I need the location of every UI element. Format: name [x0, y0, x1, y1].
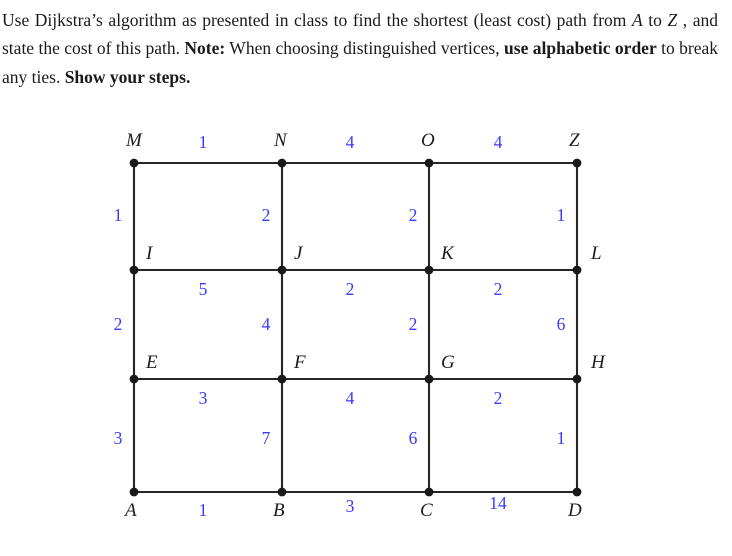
edge-weight-a-b: 1: [199, 500, 208, 520]
node-label-n: N: [273, 130, 288, 151]
edge-weight-z-l: 1: [557, 205, 566, 225]
edge-weight-o-z: 4: [494, 132, 503, 152]
graph-svg: 1 4 45 2 23 4 21 3 141 2 2 12 4 2 63 7 6 1 M N O ZI J K LE F G HA B…: [114, 130, 606, 521]
edge-weight-i-e: 2: [114, 314, 123, 334]
node-label-i: I: [145, 243, 154, 264]
problem-line-1: Use Dijkstra’s algorithm as presented in…: [2, 10, 587, 30]
node-dot-a: [129, 487, 139, 497]
edge-weight-n-j: 2: [262, 205, 271, 225]
node-dot-n: [277, 158, 287, 168]
graph-node-labels: M N O Z I J K L E F G H A B C D: [123, 130, 606, 521]
show-steps-emphasis: Show your steps.: [64, 66, 191, 87]
node-dot-i: [129, 265, 139, 275]
graph-edge-weights: 1 4 45 2 23 4 21 3 141 2 2 12 4 2 63 7 6 1: [114, 132, 566, 520]
node-label-b: B: [273, 500, 285, 521]
node-dot-e: [129, 374, 139, 384]
node-label-c: C: [420, 500, 433, 521]
edge-weight-g-c: 6: [409, 428, 418, 448]
node-label-l: L: [590, 243, 602, 264]
weighted-graph-figure: 1 4 4 5 2 2 3 4 2 1 3 14 1 2 2 1 2 4 2 6 3 7 6 1 MNOZIJKLEFGHAB…: [0, 118, 732, 556]
vertex-z-reference: Z: [667, 10, 678, 30]
problem-line-2-part-2: to: [642, 10, 668, 30]
node-label-m: M: [125, 130, 143, 151]
problem-line-3-part-1: vertices,: [440, 38, 505, 59]
node-dot-g: [424, 374, 434, 384]
edge-weight-f-g: 4: [346, 388, 355, 408]
edge-weight-g-h: 2: [494, 388, 503, 408]
edge-weight-c-d: 14: [489, 493, 507, 513]
edge-weight-n-o: 4: [346, 132, 355, 152]
node-dot-f: [277, 374, 287, 384]
node-dot-h: [572, 374, 582, 384]
edge-weight-k-g: 2: [409, 314, 418, 334]
edge-weight-e-f: 3: [199, 388, 208, 408]
node-label-d: D: [567, 500, 582, 521]
node-dot-j: [277, 265, 287, 275]
problem-statement: Use Dijkstra’s algorithm as presented in…: [2, 6, 718, 91]
edge-weight-h-d: 1: [557, 428, 566, 448]
graph-edges: [132, 161, 579, 494]
node-dot-c: [424, 487, 434, 497]
edge-weight-j-k: 2: [346, 279, 355, 299]
node-label-k: K: [440, 243, 455, 264]
node-dot-m: [129, 158, 139, 168]
vertex-a-reference: A: [631, 10, 643, 30]
node-label-f: F: [293, 352, 306, 373]
edge-weight-i-j: 5: [199, 279, 208, 299]
edge-weight-m-n: 1: [199, 132, 208, 152]
note-label: Note:: [184, 38, 226, 59]
node-dot-o: [424, 158, 434, 168]
edge-weight-e-a: 3: [114, 428, 123, 448]
node-label-j: J: [294, 243, 304, 264]
edge-weight-l-h: 6: [557, 314, 566, 334]
node-dot-d: [572, 487, 582, 497]
node-label-e: E: [145, 352, 158, 373]
node-dot-b: [277, 487, 287, 497]
edge-weight-k-l: 2: [494, 279, 503, 299]
problem-line-2-part-4: When choosing distinguished: [225, 38, 437, 59]
node-label-a: A: [123, 500, 137, 521]
node-label-g: G: [441, 352, 455, 373]
graph-nodes: [129, 158, 582, 497]
node-dot-z: [572, 158, 582, 168]
problem-line-2-part-1: from: [592, 10, 632, 30]
node-label-z: Z: [569, 130, 580, 151]
edge-weight-f-b: 7: [262, 428, 271, 448]
node-label-o: O: [421, 130, 435, 151]
edge-weight-b-c: 3: [346, 496, 355, 516]
node-dot-l: [572, 265, 582, 275]
node-dot-k: [424, 265, 434, 275]
edge-weight-j-f: 4: [262, 314, 271, 334]
edge-weight-m-i: 1: [114, 205, 123, 225]
alphabetic-order-emphasis: use alphabetic order: [504, 38, 657, 59]
node-label-h: H: [590, 352, 606, 373]
edge-weight-o-k: 2: [409, 205, 418, 225]
